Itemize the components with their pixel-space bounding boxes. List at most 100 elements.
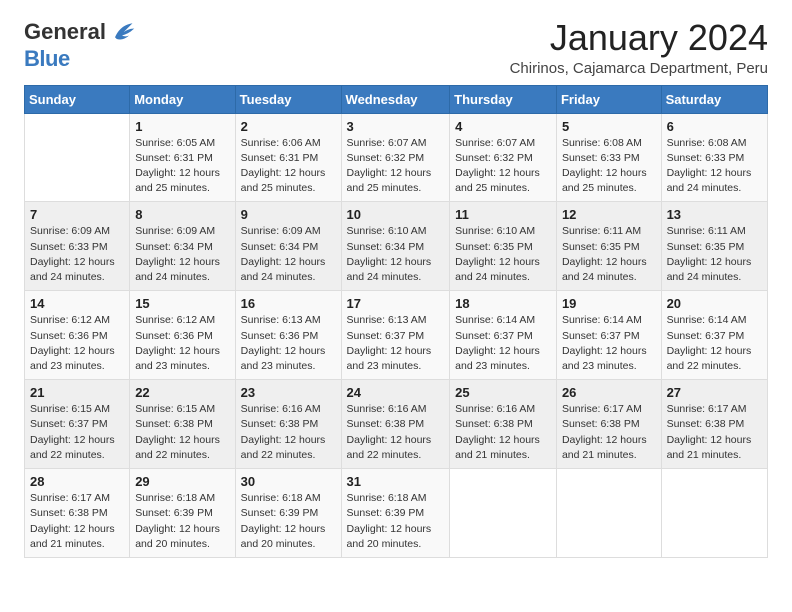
calendar-cell: 8 Sunrise: 6:09 AMSunset: 6:34 PMDaylight… bbox=[130, 202, 235, 291]
calendar-cell: 6Sunrise: 6:08 AMSunset: 6:33 PMDaylight… bbox=[661, 113, 767, 202]
day-number: 12 bbox=[562, 207, 656, 222]
calendar-cell: 29 Sunrise: 6:18 AMSunset: 6:39 PMDayligh… bbox=[130, 469, 235, 558]
day-info: Sunrise: 6:17 AMSunset: 6:38 PMDaylight:… bbox=[30, 491, 124, 552]
day-number: 1 bbox=[135, 119, 229, 134]
day-number: 4 bbox=[455, 119, 551, 134]
day-header-thursday: Thursday bbox=[450, 85, 557, 113]
day-number: 25 bbox=[455, 385, 551, 400]
calendar-cell: 3Sunrise: 6:07 AMSunset: 6:32 PMDaylight… bbox=[341, 113, 450, 202]
calendar-cell: 25 Sunrise: 6:16 AMSunset: 6:38 PMDayligh… bbox=[450, 380, 557, 469]
title-block: January 2024 Chirinos, Cajamarca Departm… bbox=[510, 18, 768, 77]
day-info: Sunrise: 6:17 AMSunset: 6:38 PMDaylight:… bbox=[562, 402, 656, 463]
calendar-cell: 13 Sunrise: 6:11 AMSunset: 6:35 PMDayligh… bbox=[661, 202, 767, 291]
day-number: 13 bbox=[667, 207, 762, 222]
day-number: 22 bbox=[135, 385, 229, 400]
day-number: 5 bbox=[562, 119, 656, 134]
day-header-wednesday: Wednesday bbox=[341, 85, 450, 113]
week-row-2: 7 Sunrise: 6:09 AMSunset: 6:33 PMDaylight… bbox=[25, 202, 768, 291]
calendar-cell: 17 Sunrise: 6:13 AMSunset: 6:37 PMDayligh… bbox=[341, 291, 450, 380]
day-number: 28 bbox=[30, 474, 124, 489]
calendar-cell: 23Sunrise: 6:16 AMSunset: 6:38 PMDayligh… bbox=[235, 380, 341, 469]
day-number: 26 bbox=[562, 385, 656, 400]
calendar-cell: 24Sunrise: 6:16 AMSunset: 6:38 PMDayligh… bbox=[341, 380, 450, 469]
day-number: 6 bbox=[667, 119, 762, 134]
week-row-1: 1 Sunrise: 6:05 AMSunset: 6:31 PMDaylight… bbox=[25, 113, 768, 202]
week-row-3: 14Sunrise: 6:12 AMSunset: 6:36 PMDayligh… bbox=[25, 291, 768, 380]
day-number: 27 bbox=[667, 385, 762, 400]
location-subtitle: Chirinos, Cajamarca Department, Peru bbox=[510, 60, 768, 77]
calendar-cell: 22 Sunrise: 6:15 AMSunset: 6:38 PMDayligh… bbox=[130, 380, 235, 469]
day-number: 17 bbox=[347, 296, 445, 311]
day-info: Sunrise: 6:18 AMSunset: 6:39 PMDaylight:… bbox=[347, 491, 445, 552]
calendar-cell: 11Sunrise: 6:10 AMSunset: 6:35 PMDayligh… bbox=[450, 202, 557, 291]
day-info: Sunrise: 6:15 AMSunset: 6:38 PMDaylight:… bbox=[135, 402, 229, 463]
day-header-monday: Monday bbox=[130, 85, 235, 113]
day-header-sunday: Sunday bbox=[25, 85, 130, 113]
day-info: Sunrise: 6:12 AMSunset: 6:36 PMDaylight:… bbox=[135, 313, 229, 374]
day-info: Sunrise: 6:14 AMSunset: 6:37 PMDaylight:… bbox=[562, 313, 656, 374]
day-number: 8 bbox=[135, 207, 229, 222]
logo: General Blue bbox=[24, 18, 136, 72]
day-number: 10 bbox=[347, 207, 445, 222]
day-number: 9 bbox=[241, 207, 336, 222]
calendar-cell: 9 Sunrise: 6:09 AMSunset: 6:34 PMDaylight… bbox=[235, 202, 341, 291]
day-info: Sunrise: 6:06 AMSunset: 6:31 PMDaylight:… bbox=[241, 136, 336, 197]
calendar-cell bbox=[25, 113, 130, 202]
calendar-cell: 28 Sunrise: 6:17 AMSunset: 6:38 PMDayligh… bbox=[25, 469, 130, 558]
day-info: Sunrise: 6:09 AMSunset: 6:33 PMDaylight:… bbox=[30, 224, 124, 285]
day-number: 31 bbox=[347, 474, 445, 489]
day-info: Sunrise: 6:16 AMSunset: 6:38 PMDaylight:… bbox=[455, 402, 551, 463]
calendar-cell: 16 Sunrise: 6:13 AMSunset: 6:36 PMDayligh… bbox=[235, 291, 341, 380]
calendar-cell: 10 Sunrise: 6:10 AMSunset: 6:34 PMDayligh… bbox=[341, 202, 450, 291]
page: General Blue January 2024 Chirinos, Caja… bbox=[0, 0, 792, 612]
logo-bird-icon bbox=[108, 18, 136, 46]
day-header-saturday: Saturday bbox=[661, 85, 767, 113]
calendar-cell: 21Sunrise: 6:15 AMSunset: 6:37 PMDayligh… bbox=[25, 380, 130, 469]
day-info: Sunrise: 6:13 AMSunset: 6:37 PMDaylight:… bbox=[347, 313, 445, 374]
day-number: 29 bbox=[135, 474, 229, 489]
logo-general-text: General bbox=[24, 19, 106, 45]
day-info: Sunrise: 6:12 AMSunset: 6:36 PMDaylight:… bbox=[30, 313, 124, 374]
day-info: Sunrise: 6:10 AMSunset: 6:35 PMDaylight:… bbox=[455, 224, 551, 285]
week-row-5: 28 Sunrise: 6:17 AMSunset: 6:38 PMDayligh… bbox=[25, 469, 768, 558]
day-info: Sunrise: 6:08 AMSunset: 6:33 PMDaylight:… bbox=[562, 136, 656, 197]
logo-blue-text: Blue bbox=[24, 46, 70, 72]
day-info: Sunrise: 6:11 AMSunset: 6:35 PMDaylight:… bbox=[667, 224, 762, 285]
calendar-cell bbox=[556, 469, 661, 558]
day-header-tuesday: Tuesday bbox=[235, 85, 341, 113]
calendar-cell: 31 Sunrise: 6:18 AMSunset: 6:39 PMDayligh… bbox=[341, 469, 450, 558]
calendar-cell: 2 Sunrise: 6:06 AMSunset: 6:31 PMDaylight… bbox=[235, 113, 341, 202]
day-number: 15 bbox=[135, 296, 229, 311]
day-info: Sunrise: 6:14 AMSunset: 6:37 PMDaylight:… bbox=[455, 313, 551, 374]
day-info: Sunrise: 6:11 AMSunset: 6:35 PMDaylight:… bbox=[562, 224, 656, 285]
day-info: Sunrise: 6:13 AMSunset: 6:36 PMDaylight:… bbox=[241, 313, 336, 374]
calendar-cell bbox=[661, 469, 767, 558]
day-info: Sunrise: 6:16 AMSunset: 6:38 PMDaylight:… bbox=[241, 402, 336, 463]
day-info: Sunrise: 6:05 AMSunset: 6:31 PMDaylight:… bbox=[135, 136, 229, 197]
calendar-cell: 19 Sunrise: 6:14 AMSunset: 6:37 PMDayligh… bbox=[556, 291, 661, 380]
day-info: Sunrise: 6:09 AMSunset: 6:34 PMDaylight:… bbox=[241, 224, 336, 285]
week-row-4: 21Sunrise: 6:15 AMSunset: 6:37 PMDayligh… bbox=[25, 380, 768, 469]
calendar-cell: 4Sunrise: 6:07 AMSunset: 6:32 PMDaylight… bbox=[450, 113, 557, 202]
calendar-cell: 30 Sunrise: 6:18 AMSunset: 6:39 PMDayligh… bbox=[235, 469, 341, 558]
day-info: Sunrise: 6:15 AMSunset: 6:37 PMDaylight:… bbox=[30, 402, 124, 463]
calendar-cell: 5 Sunrise: 6:08 AMSunset: 6:33 PMDaylight… bbox=[556, 113, 661, 202]
day-number: 2 bbox=[241, 119, 336, 134]
day-info: Sunrise: 6:18 AMSunset: 6:39 PMDaylight:… bbox=[241, 491, 336, 552]
day-info: Sunrise: 6:14 AMSunset: 6:37 PMDaylight:… bbox=[667, 313, 762, 374]
day-number: 7 bbox=[30, 207, 124, 222]
day-info: Sunrise: 6:10 AMSunset: 6:34 PMDaylight:… bbox=[347, 224, 445, 285]
calendar-table: SundayMondayTuesdayWednesdayThursdayFrid… bbox=[24, 85, 768, 558]
day-number: 16 bbox=[241, 296, 336, 311]
day-info: Sunrise: 6:09 AMSunset: 6:34 PMDaylight:… bbox=[135, 224, 229, 285]
calendar-cell: 1 Sunrise: 6:05 AMSunset: 6:31 PMDaylight… bbox=[130, 113, 235, 202]
day-info: Sunrise: 6:16 AMSunset: 6:38 PMDaylight:… bbox=[347, 402, 445, 463]
month-title: January 2024 bbox=[510, 18, 768, 58]
day-number: 19 bbox=[562, 296, 656, 311]
day-info: Sunrise: 6:18 AMSunset: 6:39 PMDaylight:… bbox=[135, 491, 229, 552]
calendar-cell: 14Sunrise: 6:12 AMSunset: 6:36 PMDayligh… bbox=[25, 291, 130, 380]
day-info: Sunrise: 6:07 AMSunset: 6:32 PMDaylight:… bbox=[347, 136, 445, 197]
header-row: SundayMondayTuesdayWednesdayThursdayFrid… bbox=[25, 85, 768, 113]
day-number: 30 bbox=[241, 474, 336, 489]
calendar-cell: 7 Sunrise: 6:09 AMSunset: 6:33 PMDaylight… bbox=[25, 202, 130, 291]
